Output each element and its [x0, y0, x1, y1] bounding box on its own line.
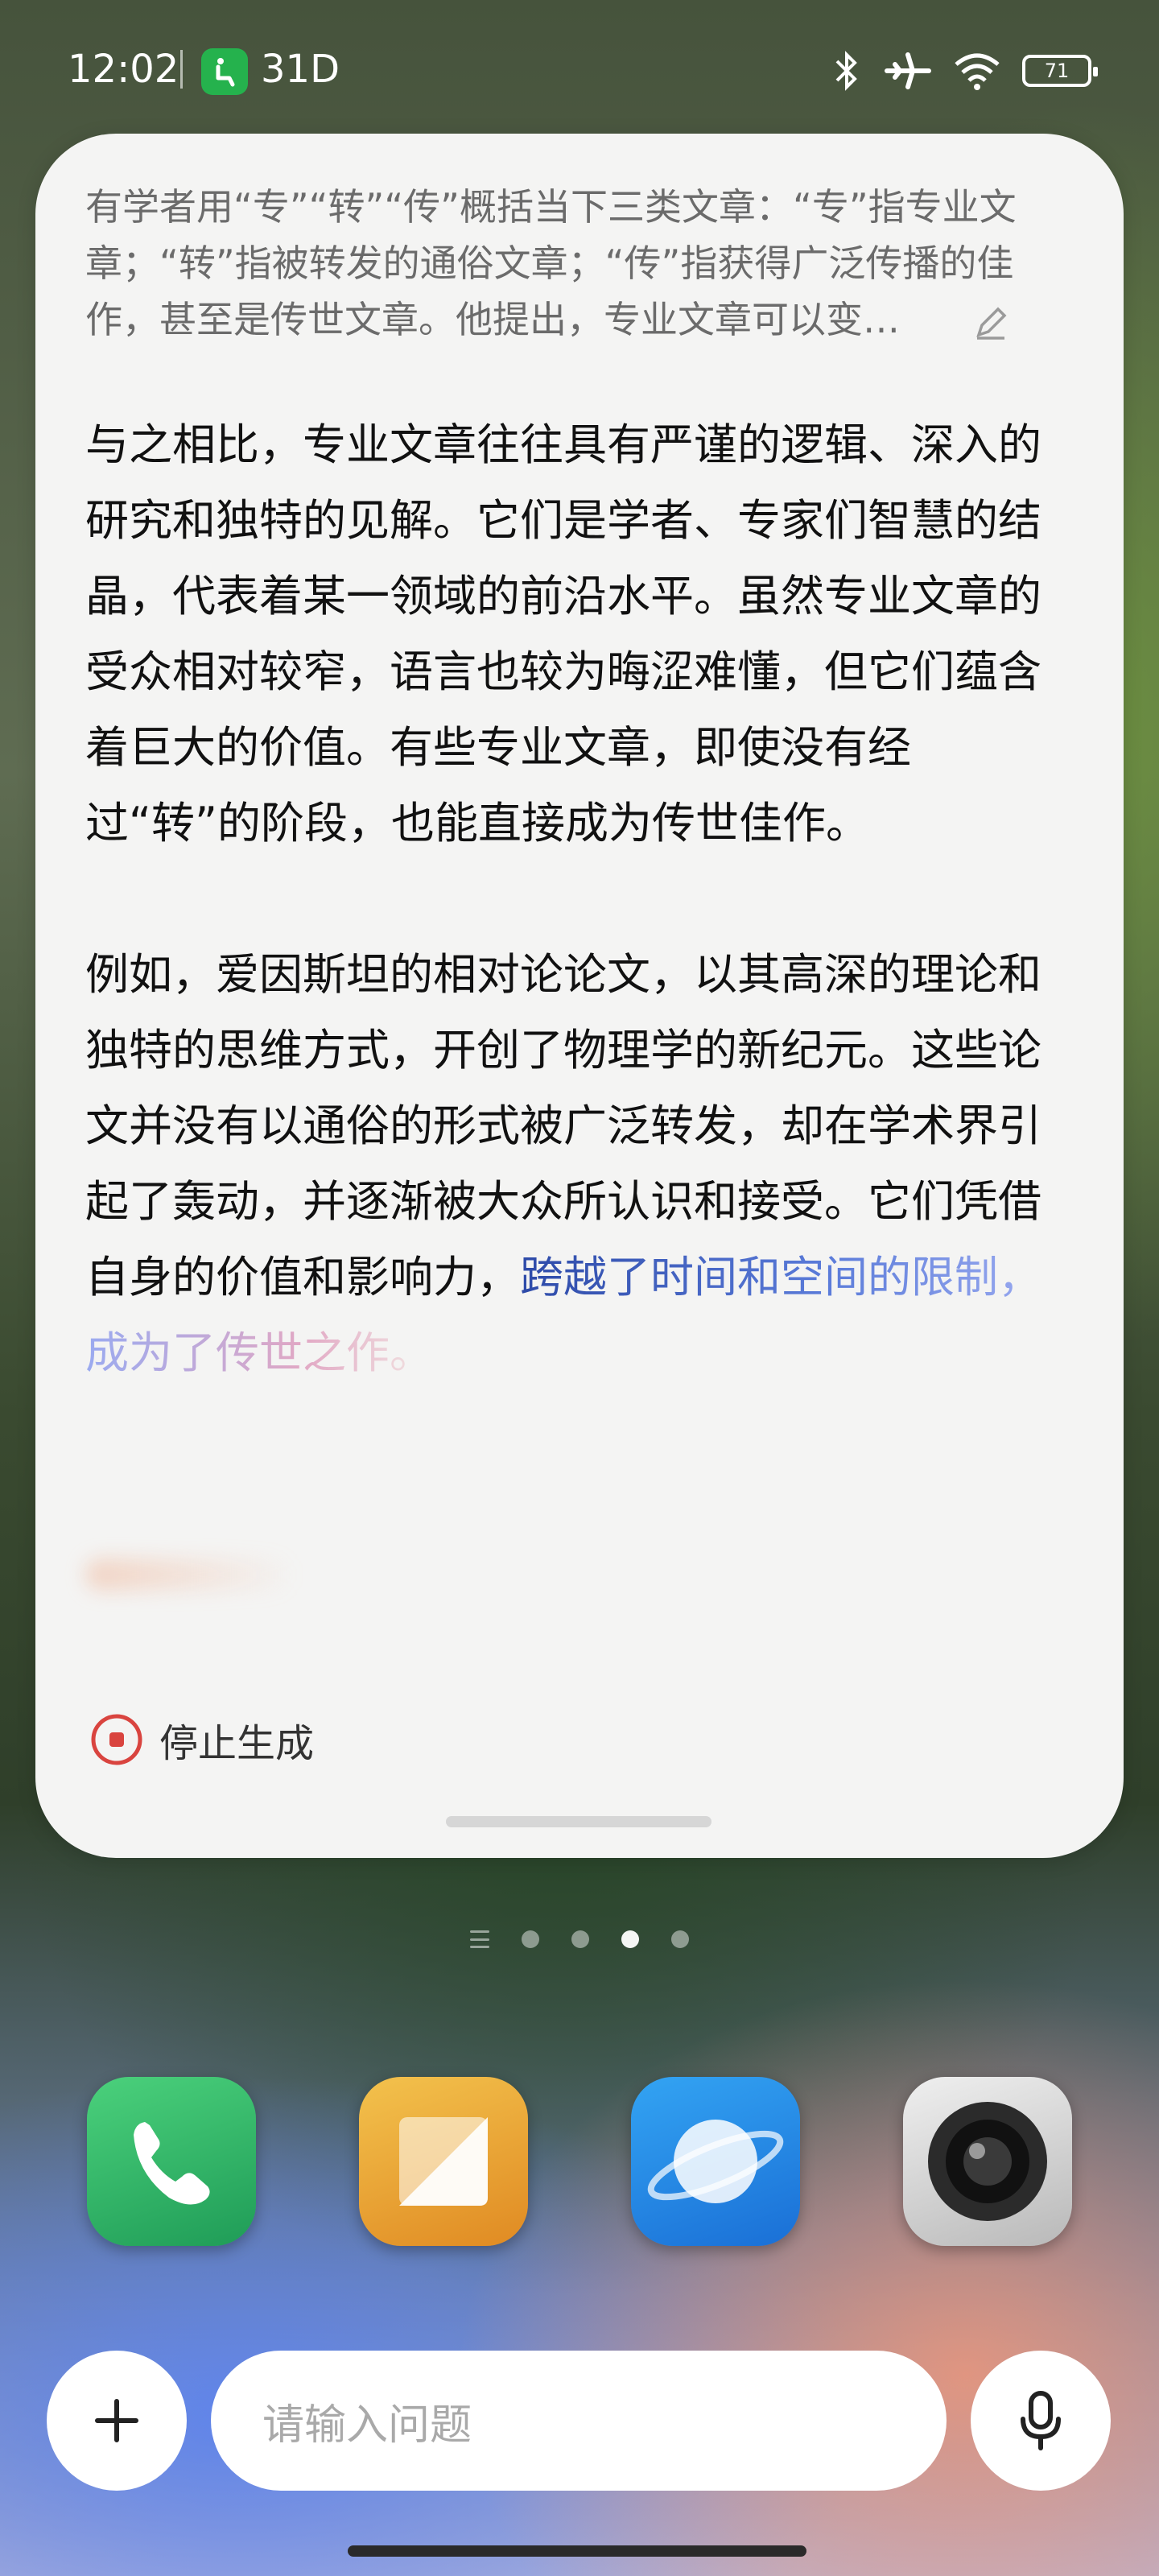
browser-app-icon[interactable] — [631, 2077, 800, 2246]
page-list-icon[interactable] — [470, 1930, 489, 1948]
answer-paragraph: 例如，爱因斯坦的相对论论文，以其高深的理论和独特的思维方式，开创了物理学的新纪元… — [85, 937, 1077, 1391]
browser-icon — [647, 2120, 784, 2203]
microphone-icon — [1021, 2391, 1061, 2450]
stop-generation-button[interactable]: 停止生成 — [89, 1711, 314, 1768]
add-button[interactable] — [47, 2351, 187, 2491]
camera-app-icon[interactable] — [903, 2077, 1072, 2246]
status-divider — [180, 50, 183, 89]
user-prompt[interactable]: 有学者用“专”“转”“传”概括当下三类文章：“专”指专业文章；“转”指被转发的通… — [85, 179, 1077, 348]
voice-input-button[interactable] — [971, 2351, 1111, 2491]
generating-placeholder — [85, 1558, 295, 1591]
page-dot[interactable] — [571, 1930, 589, 1948]
page-dot[interactable] — [522, 1930, 539, 1948]
question-input[interactable]: 请输入问题 — [211, 2351, 947, 2491]
status-bar: 12:02 31D 71 — [0, 0, 1159, 145]
battery-icon: 71 — [1022, 55, 1098, 87]
notes-icon — [399, 2117, 488, 2206]
assistant-card: 有学者用“专”“转”“传”概括当下三类文章：“专”指专业文章；“转”指被转发的通… — [35, 134, 1124, 1858]
plus-icon — [95, 2399, 138, 2442]
answer-text: 与之相比，专业文章往往具有严谨的逻辑、深入的研究和独特的见解。它们是学者、专家们… — [85, 407, 1077, 1467]
page-dot[interactable] — [671, 1930, 689, 1948]
input-bar: 请输入问题 — [0, 2351, 1159, 2496]
status-badge: 31D — [261, 47, 340, 92]
camera-icon — [928, 2102, 1047, 2221]
system-icons: 71 — [831, 50, 1098, 92]
stop-generation-label: 停止生成 — [159, 1721, 315, 1766]
app-dock — [87, 2077, 1072, 2246]
battery-level: 71 — [1044, 60, 1070, 82]
card-drag-handle[interactable] — [446, 1816, 711, 1827]
answer-paragraph: 与之相比，专业文章往往具有严谨的逻辑、深入的研究和独特的见解。它们是学者、专家们… — [85, 419, 1041, 848]
phone-app-icon[interactable] — [87, 2077, 256, 2246]
wifi-icon — [955, 53, 1000, 90]
bluetooth-icon — [835, 51, 857, 91]
answer-paragraph-text: 例如，爱因斯坦的相对论论文，以其高深的理论和独特的思维方式，开创了物理学的新纪元… — [85, 949, 1041, 1302]
home-indicator[interactable] — [348, 2545, 806, 2557]
edit-icon[interactable] — [972, 304, 1009, 341]
status-time: 12:02 — [68, 47, 179, 92]
airplane-mode-icon — [885, 52, 931, 89]
phone-icon — [134, 2122, 210, 2205]
notes-app-icon[interactable] — [359, 2077, 528, 2246]
stop-icon — [91, 1714, 142, 1765]
seat-app-icon — [201, 48, 248, 95]
page-indicator[interactable] — [0, 1930, 1159, 1948]
page-dot-active[interactable] — [621, 1930, 639, 1948]
